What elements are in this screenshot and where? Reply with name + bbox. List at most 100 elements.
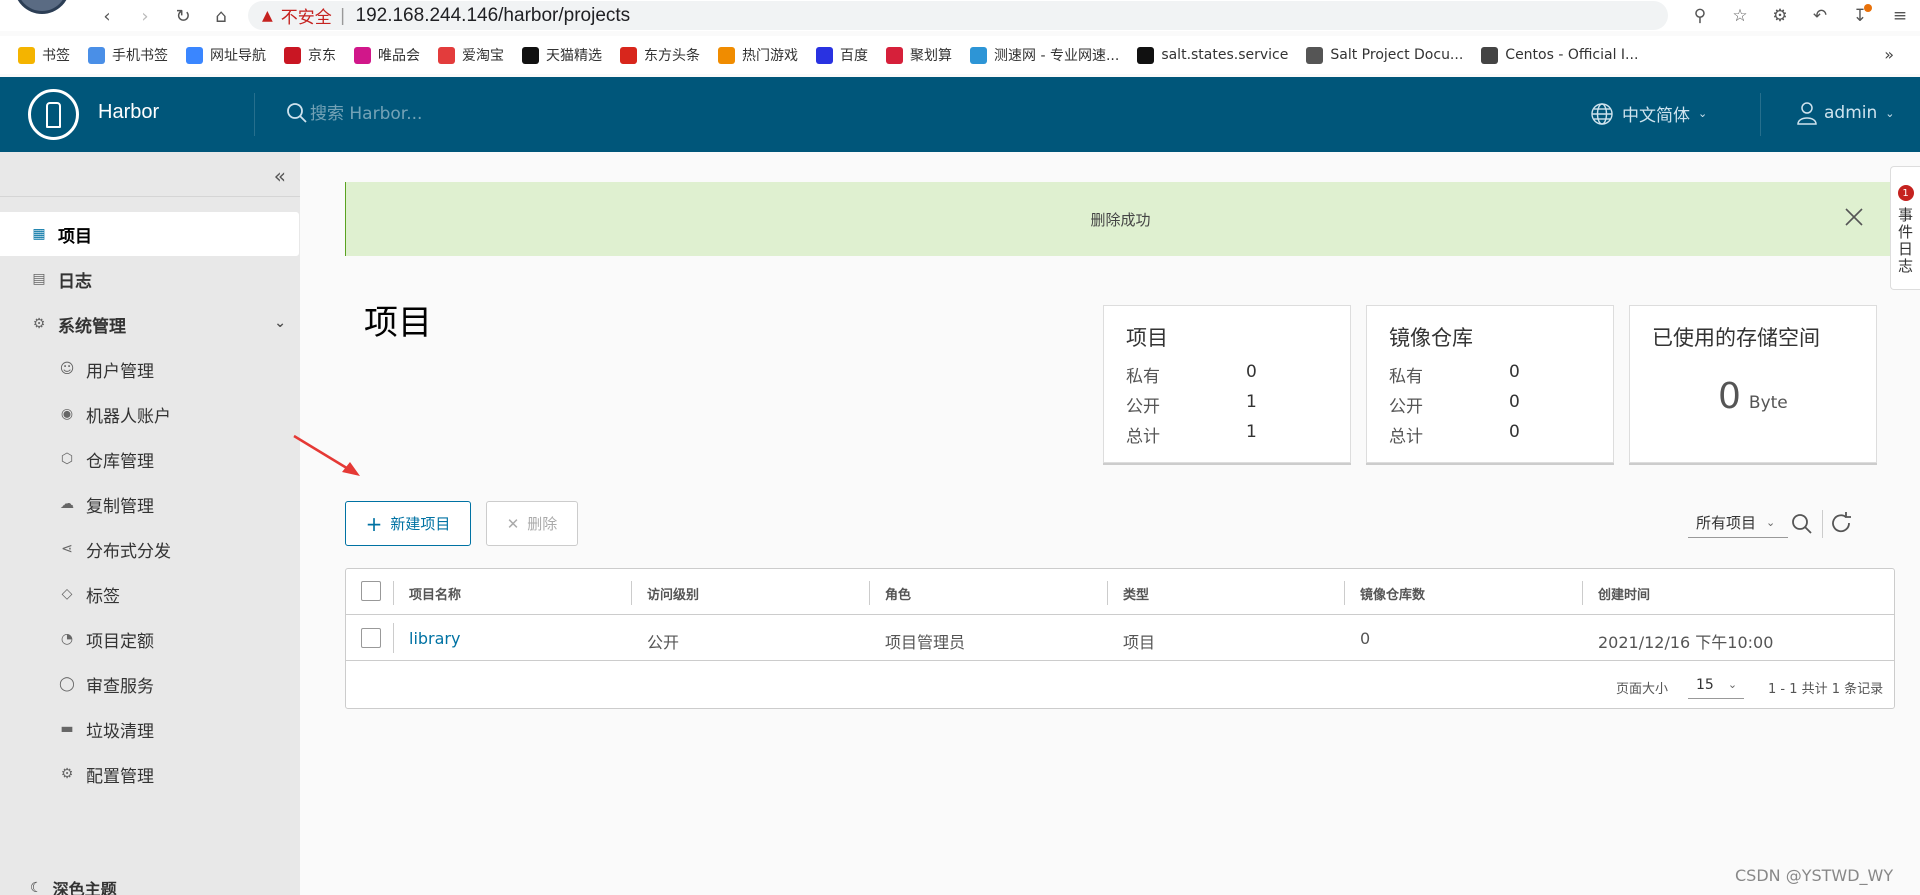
select-all-checkbox[interactable] bbox=[361, 581, 381, 601]
bookmark-item[interactable]: Centos - Official I... bbox=[1481, 46, 1638, 64]
bookmark-item[interactable]: 网址导航 bbox=[186, 45, 266, 65]
row-value: 1 bbox=[1246, 392, 1257, 412]
sidebar-item-replications[interactable]: ☁ 复制管理 bbox=[0, 482, 300, 526]
sidebar-item-labels[interactable]: ◇ 标签 bbox=[0, 572, 300, 616]
column-header[interactable]: 访问级别 bbox=[647, 584, 699, 603]
sidebar-item-label: 项目定额 bbox=[86, 631, 154, 652]
user-icon bbox=[1797, 102, 1817, 125]
extensions-icon[interactable]: ⚙ bbox=[1760, 0, 1800, 31]
users-icon: ☺ bbox=[59, 361, 75, 377]
refresh-icon[interactable] bbox=[1828, 510, 1854, 536]
key-icon[interactable]: ⚲ bbox=[1680, 0, 1720, 31]
column-header[interactable]: 镜像仓库数 bbox=[1360, 584, 1425, 603]
bookmark-item[interactable]: 测速网 - 专业网速... bbox=[970, 45, 1119, 65]
logs-icon: ▤ bbox=[32, 271, 46, 287]
bookmark-label: 东方头条 bbox=[644, 48, 700, 64]
bookmark-item[interactable]: Salt Project Docu... bbox=[1306, 46, 1463, 64]
column-header[interactable]: 创建时间 bbox=[1598, 584, 1650, 603]
bookmark-item[interactable]: 书签 bbox=[18, 45, 70, 65]
annotation-arrow-icon bbox=[293, 434, 360, 476]
sidebar-item-gc[interactable]: ▬ 垃圾清理 bbox=[0, 707, 300, 751]
speed-icon bbox=[970, 46, 987, 64]
row-checkbox[interactable] bbox=[361, 628, 381, 648]
sidebar-item-quotas[interactable]: ◔ 项目定额 bbox=[0, 617, 300, 661]
chevron-down-icon: ⌄ bbox=[1727, 678, 1738, 691]
browser-toolbar: ‹ › ↻ ⌂ ▲ 不安全 | 192.168.244.146/harbor/p… bbox=[0, 0, 1920, 31]
sidebar-item-admin[interactable]: ⚙ 系统管理 ⌄ bbox=[0, 302, 300, 346]
sidebar-item-projects[interactable]: ▦ 项目 bbox=[0, 212, 299, 256]
bookmark-label: 百度 bbox=[840, 48, 868, 64]
sidebar-item-label: 日志 bbox=[58, 271, 92, 292]
bookmark-label: 网址导航 bbox=[210, 48, 266, 64]
bookmark-item[interactable]: 爱淘宝 bbox=[438, 45, 504, 65]
url-text[interactable]: 192.168.244.146/harbor/projects bbox=[356, 5, 631, 27]
sidebar: « ▦ 项目 ▤ 日志 ⚙ 系统管理 ⌄ ☺ 用户管理 ◉ 机器人账户 ⬡ 仓库… bbox=[0, 152, 300, 895]
profile-avatar[interactable] bbox=[14, 0, 70, 14]
bookmark-star-icon[interactable]: ☆ bbox=[1720, 0, 1760, 31]
harbor-logo-icon[interactable] bbox=[28, 89, 79, 140]
bookmark-item[interactable]: 天猫精选 bbox=[522, 45, 602, 65]
column-divider bbox=[1107, 581, 1108, 605]
reload-icon[interactable]: ↻ bbox=[170, 3, 196, 29]
bookmark-item[interactable]: 聚划算 bbox=[886, 45, 952, 65]
menu-icon[interactable]: ≡ bbox=[1880, 0, 1920, 31]
row-label: 公开 bbox=[1126, 397, 1160, 417]
taobao-icon bbox=[438, 46, 455, 64]
new-project-button[interactable]: + 新建项目 bbox=[345, 501, 471, 546]
column-header[interactable]: 类型 bbox=[1123, 584, 1149, 603]
bookmark-item[interactable]: 百度 bbox=[816, 45, 868, 65]
project-name-link[interactable]: library bbox=[409, 629, 460, 648]
sidebar-item-users[interactable]: ☺ 用户管理 bbox=[0, 347, 300, 391]
delete-button[interactable]: ✕ 删除 bbox=[486, 501, 578, 546]
star-icon bbox=[18, 46, 35, 64]
column-header[interactable]: 角色 bbox=[885, 584, 911, 603]
sidebar-item-distributions[interactable]: ⋖ 分布式分发 bbox=[0, 527, 300, 571]
event-log-tab[interactable]: 1 事件日志 bbox=[1890, 166, 1920, 290]
bookmark-item[interactable]: 唯品会 bbox=[354, 45, 420, 65]
header-divider bbox=[254, 93, 255, 136]
forward-icon[interactable]: › bbox=[132, 3, 158, 29]
sidebar-item-logs[interactable]: ▤ 日志 bbox=[0, 257, 300, 301]
dark-theme-toggle[interactable]: ☾ 深色主题 bbox=[30, 876, 117, 895]
bookmark-item[interactable]: salt.states.service bbox=[1137, 46, 1288, 64]
sidebar-item-scanners[interactable]: ◯ 审查服务 bbox=[0, 662, 300, 706]
language-label: 中文简体 bbox=[1622, 106, 1690, 126]
user-menu[interactable]: admin ⌄ bbox=[1796, 101, 1895, 125]
bookmark-item[interactable]: 手机书签 bbox=[88, 45, 168, 65]
sidebar-item-config[interactable]: ⚙ 配置管理 bbox=[0, 752, 300, 796]
close-icon[interactable] bbox=[1841, 204, 1867, 230]
search-icon[interactable] bbox=[1790, 512, 1814, 536]
close-icon: ✕ bbox=[506, 514, 520, 533]
brand-name[interactable]: Harbor bbox=[98, 101, 159, 124]
card-row-public: 公开 0 bbox=[1389, 392, 1589, 417]
sidebar-item-label: 垃圾清理 bbox=[86, 721, 154, 742]
bookmark-item[interactable]: 热门游戏 bbox=[718, 45, 798, 65]
bookmark-label: 天猫精选 bbox=[546, 48, 602, 64]
sidebar-item-registries[interactable]: ⬡ 仓库管理 bbox=[0, 437, 300, 481]
projects-icon: ▦ bbox=[32, 226, 46, 242]
sidebar-item-robots[interactable]: ◉ 机器人账户 bbox=[0, 392, 300, 436]
page-size-select[interactable]: 15 ⌄ bbox=[1688, 671, 1744, 699]
repos-summary-card: 镜像仓库 私有 0 公开 0 总计 0 bbox=[1366, 305, 1614, 463]
url-separator: | bbox=[339, 5, 346, 26]
undo-icon[interactable]: ↶ bbox=[1800, 0, 1840, 31]
storage-number: 0 bbox=[1718, 376, 1741, 417]
more-bookmarks-icon[interactable]: » bbox=[1884, 45, 1894, 64]
column-header[interactable]: 项目名称 bbox=[409, 584, 461, 603]
sidebar-item-label: 系统管理 bbox=[58, 316, 126, 337]
global-search-input[interactable] bbox=[310, 99, 710, 129]
address-bar[interactable]: ▲ 不安全 | 192.168.244.146/harbor/projects bbox=[248, 1, 1668, 30]
home-icon[interactable]: ⌂ bbox=[208, 3, 234, 29]
bookmark-item[interactable]: 京东 bbox=[284, 45, 336, 65]
back-icon[interactable]: ‹ bbox=[94, 3, 120, 29]
vip-icon bbox=[354, 46, 371, 64]
type: 项目 bbox=[1123, 633, 1156, 652]
bookmark-item[interactable]: 东方头条 bbox=[620, 45, 700, 65]
page-title: 项目 bbox=[364, 303, 432, 343]
project-filter-select[interactable]: 所有项目 ⌄ bbox=[1688, 508, 1788, 538]
collapse-sidebar-icon[interactable]: « bbox=[274, 164, 286, 188]
row-value: 0 bbox=[1509, 422, 1520, 442]
download-icon[interactable]: ↧ bbox=[1840, 0, 1880, 31]
language-selector[interactable]: 中文简体 ⌄ bbox=[1590, 101, 1707, 126]
row-label: 公开 bbox=[1389, 397, 1423, 417]
